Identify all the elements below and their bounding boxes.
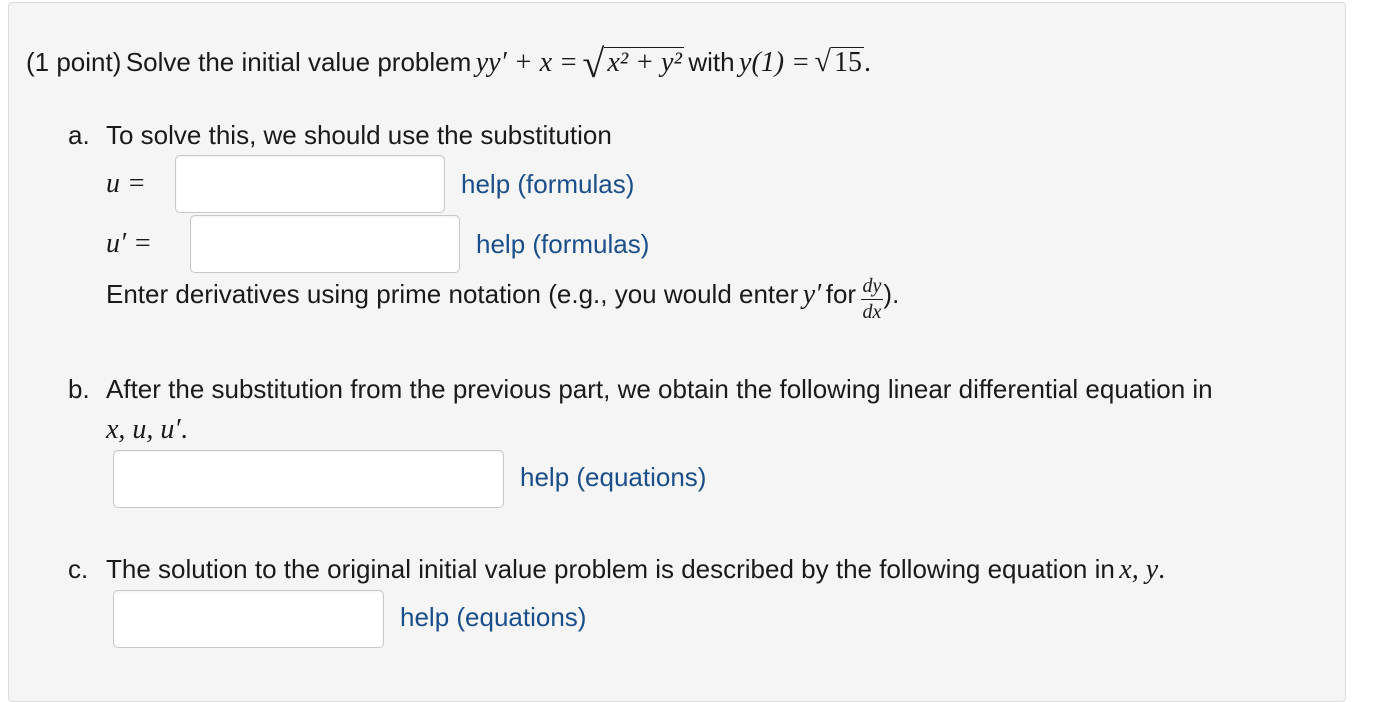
statement-period: . — [863, 47, 871, 78]
part-c-period: . — [1158, 554, 1166, 585]
part-c-answer-input[interactable] — [113, 590, 384, 648]
problem-statement: (1 point) Solve the initial value proble… — [26, 40, 871, 87]
u-prime-help-link[interactable]: help (formulas) — [476, 229, 649, 260]
part-b-vars: x, u, u′ — [106, 414, 181, 445]
part-a-marker: a. — [68, 120, 90, 150]
u-label: u = — [106, 168, 146, 199]
u-prime-input[interactable] — [190, 215, 460, 273]
part-c-text: The solution to the original initial val… — [106, 554, 1115, 584]
u-prime-label: u′ = — [106, 228, 153, 259]
fraction-numerator: dy — [860, 276, 884, 300]
part-b-period: . — [180, 414, 188, 445]
u-input[interactable] — [175, 155, 445, 213]
note-prefix: Enter derivatives using prime notation (… — [106, 279, 799, 310]
note-suffix: ). — [883, 279, 900, 310]
equation-radicand: x² + y² — [604, 47, 684, 77]
with-text: with — [688, 47, 735, 77]
u-help-link[interactable]: help (formulas) — [461, 169, 634, 200]
part-b-text: After the substitution from the previous… — [106, 374, 1213, 404]
part-b-marker: b. — [68, 374, 90, 404]
part-c-help-link[interactable]: help (equations) — [400, 602, 586, 633]
note-for: for — [825, 279, 857, 310]
sqrt-expression: √ x² + y² — [582, 41, 684, 86]
condition-radicand: 15 — [830, 47, 864, 77]
initial-condition-lhs: y(1) = — [739, 47, 811, 78]
part-b-help-link[interactable]: help (equations) — [520, 462, 706, 493]
sqrt-15: √ 15 — [814, 45, 864, 78]
points-label: (1 point) — [26, 47, 122, 77]
part-c-marker: c. — [68, 554, 89, 584]
part-c-line: The solution to the original initial val… — [106, 554, 1165, 586]
derivative-note: Enter derivatives using prime notation (… — [106, 276, 899, 322]
part-c-vars: x, y — [1119, 554, 1159, 585]
equation-lhs: yy′ + x = — [475, 47, 578, 78]
problem-prompt: Solve the initial value problem — [125, 47, 472, 77]
part-b-vars-line: x, u, u′. — [106, 414, 188, 446]
part-b-answer-input[interactable] — [113, 450, 504, 508]
dy-dx-fraction: dy dx — [860, 276, 884, 323]
note-y-prime: y′ — [802, 279, 822, 311]
part-a-intro: To solve this, we should use the substit… — [106, 120, 612, 150]
fraction-denominator: dx — [862, 301, 882, 323]
